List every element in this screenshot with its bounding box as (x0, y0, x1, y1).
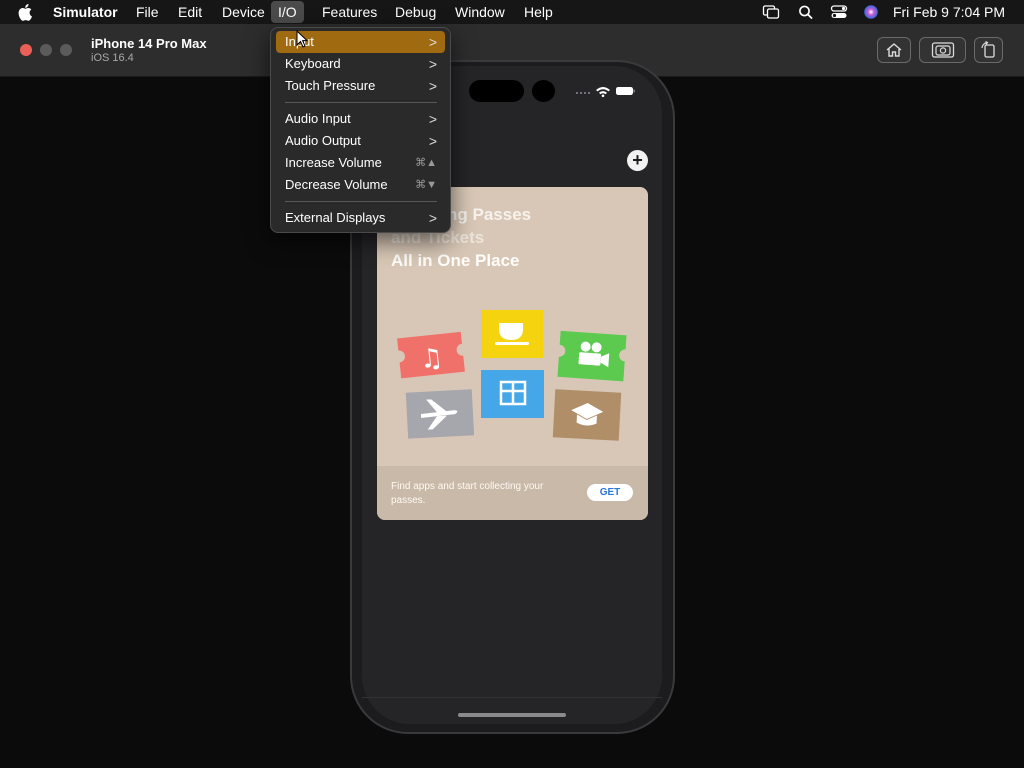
close-window-button[interactable] (20, 44, 32, 56)
menu-item-increase-volume[interactable]: Increase Volume ⌘▲ (276, 152, 445, 174)
card-title-line-3: All in One Place (391, 251, 520, 270)
menu-window[interactable]: Window (448, 0, 512, 24)
chevron-right-icon: > (428, 111, 437, 127)
menu-io[interactable]: I/O (271, 1, 304, 23)
chevron-right-icon: > (428, 56, 437, 72)
wallet-welcome-card: ng Passes and Tickets All in One Place ♫ (377, 187, 648, 520)
menu-features[interactable]: Features (315, 0, 384, 24)
coffee-cup-icon (481, 310, 543, 358)
home-icon (886, 43, 902, 57)
menu-item-external-displays[interactable]: External Displays > (276, 207, 445, 229)
wifi-icon (596, 87, 610, 98)
rotate-button[interactable] (974, 37, 1003, 63)
menu-item-label: Increase Volume (285, 155, 382, 170)
menu-item-audio-input[interactable]: Audio Input > (276, 108, 445, 130)
menu-separator (285, 102, 437, 103)
get-button[interactable]: GET (587, 484, 633, 501)
airplane-icon (405, 389, 475, 439)
gift-icon (481, 370, 544, 418)
os-version: iOS 16.4 (91, 52, 134, 64)
shortcut-label: ⌘▲ (415, 157, 437, 169)
graduation-cap-icon (552, 389, 622, 441)
mouse-cursor-icon (296, 30, 308, 48)
menu-help[interactable]: Help (517, 0, 560, 24)
screen-divider (362, 697, 662, 698)
screen-mirroring-icon[interactable] (762, 4, 780, 20)
menu-simulator[interactable]: Simulator (46, 0, 125, 24)
zoom-window-button[interactable] (60, 44, 72, 56)
battery-icon (616, 87, 635, 95)
search-icon[interactable] (797, 4, 815, 20)
minimize-window-button[interactable] (40, 44, 52, 56)
apple-logo-icon[interactable] (18, 3, 34, 21)
chevron-right-icon: > (428, 78, 437, 94)
status-bar-icons (576, 87, 635, 98)
menu-item-label: Audio Input (285, 111, 351, 126)
signal-dots-icon (576, 92, 590, 94)
pass-tiles-illustration: ♫ (397, 310, 627, 441)
svg-text:♫: ♫ (418, 343, 444, 375)
menu-item-touch-pressure[interactable]: Touch Pressure > (276, 75, 445, 97)
menu-item-audio-output[interactable]: Audio Output > (276, 130, 445, 152)
screenshot-icon (931, 42, 954, 58)
add-pass-button[interactable]: + (627, 150, 648, 171)
music-ticket-icon: ♫ (397, 331, 465, 379)
dynamic-island (469, 80, 524, 102)
menu-edit[interactable]: Edit (171, 0, 209, 24)
menu-item-decrease-volume[interactable]: Decrease Volume ⌘▼ (276, 174, 445, 196)
menu-item-label: Touch Pressure (285, 78, 376, 93)
menu-debug[interactable]: Debug (388, 0, 443, 24)
movie-camera-icon (557, 330, 627, 382)
menu-item-label: Audio Output (285, 133, 361, 148)
chevron-right-icon: > (428, 133, 437, 149)
menu-separator (285, 201, 437, 202)
chevron-right-icon: > (428, 210, 437, 226)
menu-item-keyboard[interactable]: Keyboard > (276, 53, 445, 75)
home-button[interactable] (877, 37, 911, 63)
home-indicator[interactable] (458, 713, 566, 717)
siri-icon[interactable] (862, 4, 880, 20)
menu-bar: Simulator File Edit Device I/O Features … (0, 0, 1024, 24)
control-center-icon[interactable] (830, 4, 848, 20)
front-camera (532, 80, 555, 102)
rotate-icon (980, 41, 995, 58)
menubar-clock[interactable]: Fri Feb 9 7:04 PM (893, 0, 1005, 24)
screenshot-button[interactable] (919, 37, 966, 63)
menu-item-label: Decrease Volume (285, 177, 388, 192)
menu-item-label: External Displays (285, 210, 386, 225)
menu-item-label: Keyboard (285, 56, 341, 71)
device-name: iPhone 14 Pro Max (91, 36, 207, 51)
card-body-text: Find apps and start collecting your pass… (391, 481, 544, 506)
menu-device[interactable]: Device (215, 0, 272, 24)
io-menu: Input > Keyboard > Touch Pressure > Audi… (270, 27, 451, 233)
shortcut-label: ⌘▼ (415, 179, 437, 191)
chevron-right-icon: > (428, 34, 437, 50)
menu-file[interactable]: File (129, 0, 166, 24)
